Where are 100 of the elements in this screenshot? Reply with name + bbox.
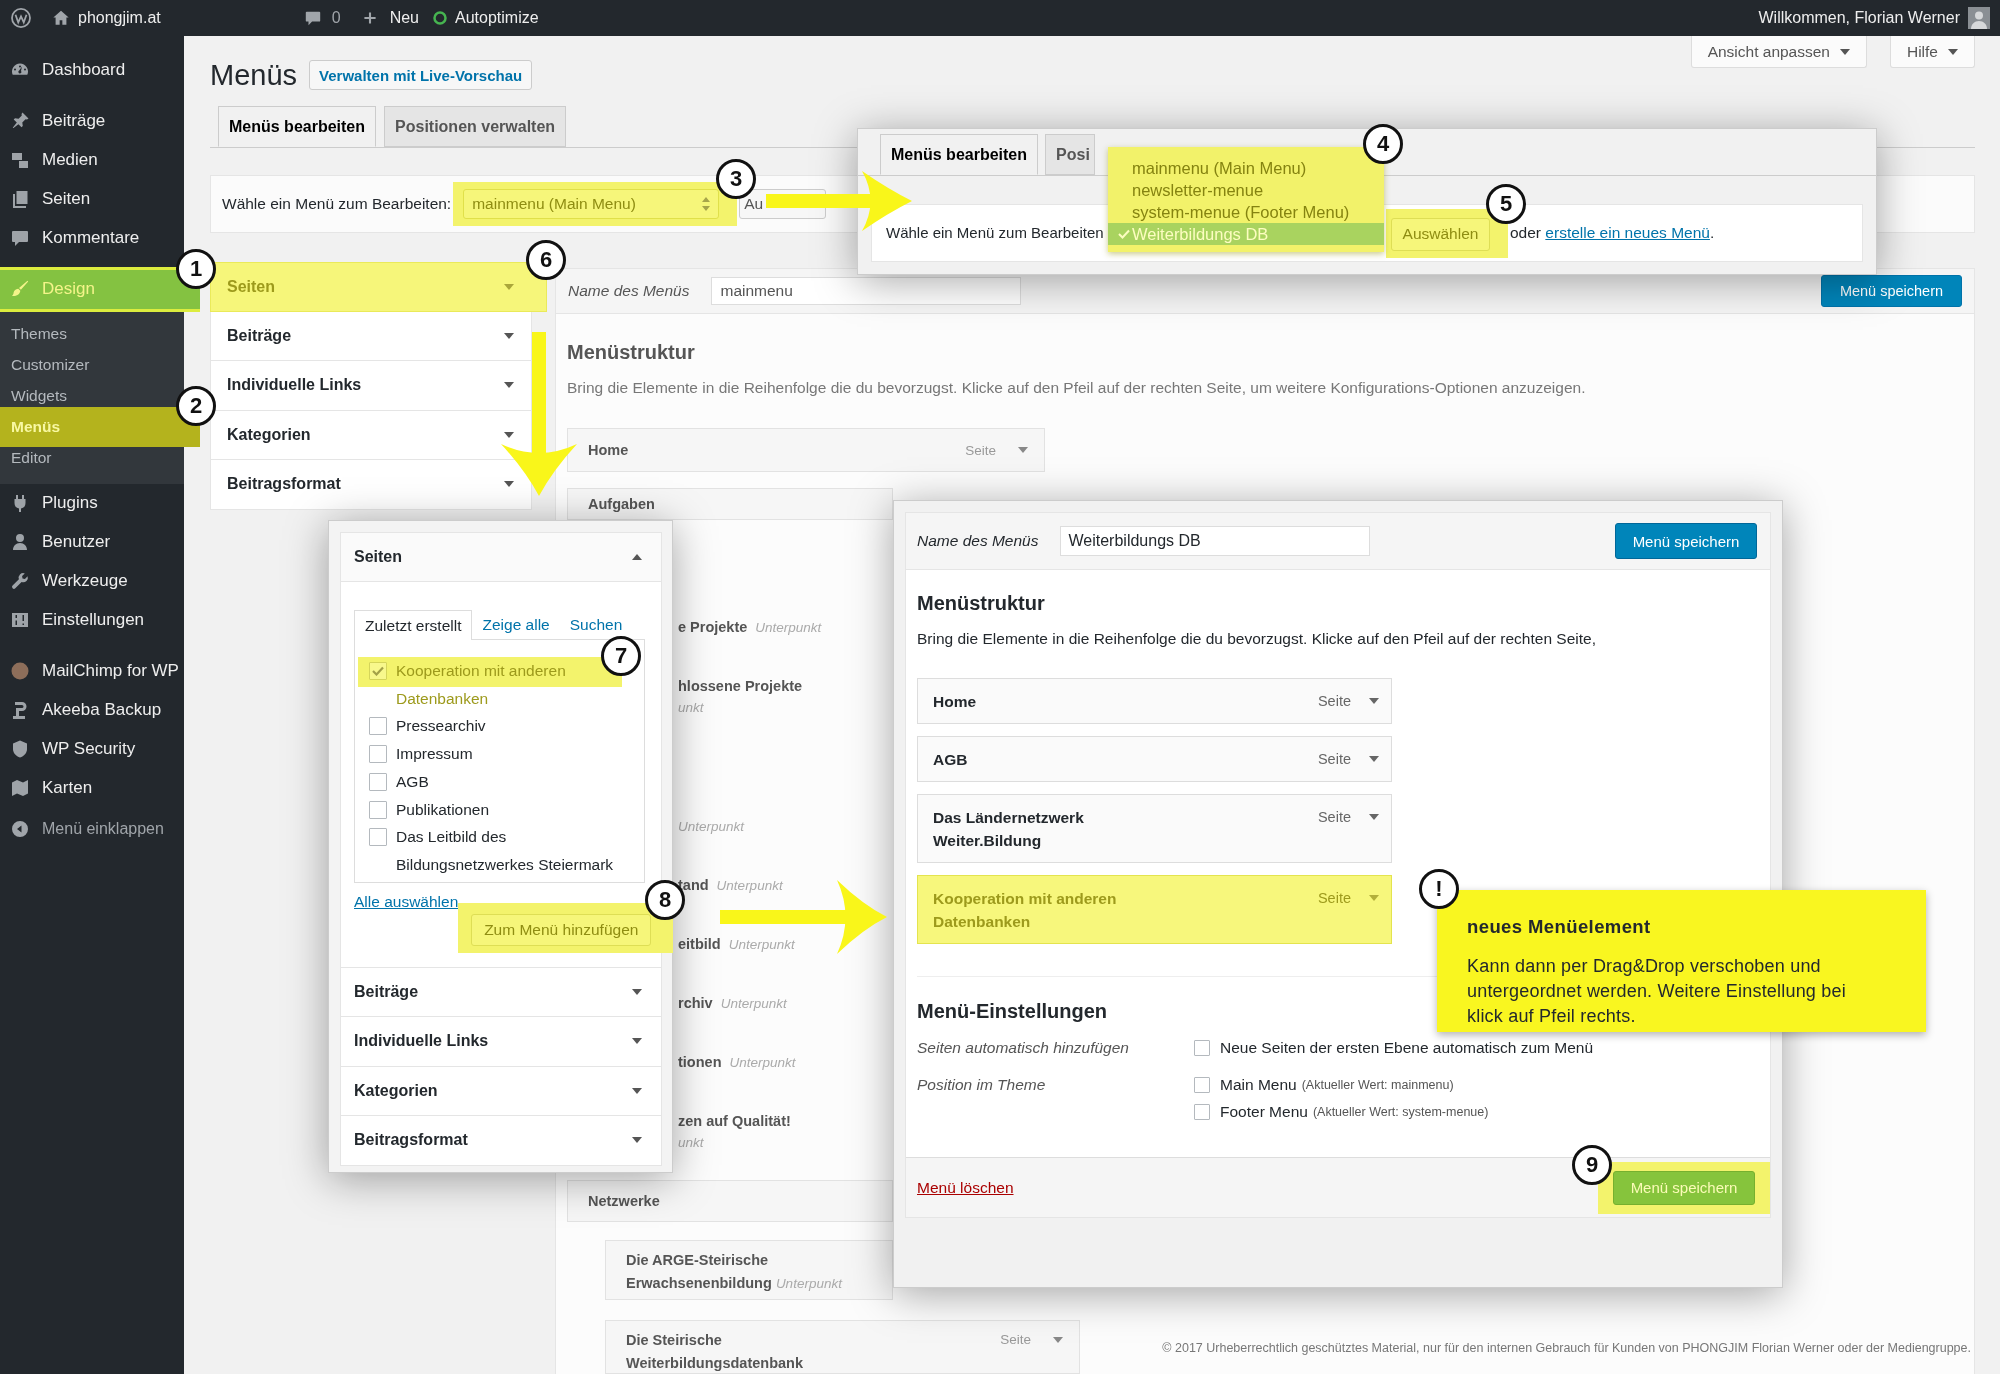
checkbox[interactable]: [369, 745, 387, 764]
caret-down-icon: [1018, 447, 1028, 453]
checkbox[interactable]: [369, 717, 387, 736]
plugin-link[interactable]: Autoptimize: [433, 9, 539, 27]
menu-item[interactable]: Die ARGE-Steirische Erwachsenenbildung Unterpunkt: [605, 1240, 893, 1300]
menu-item-title: tand: [678, 877, 709, 893]
checkbox[interactable]: [1194, 1040, 1210, 1056]
menu-item[interactable]: Netzwerke: [567, 1180, 893, 1222]
accordion-section[interactable]: Individuelle Links: [210, 361, 532, 411]
page-option-label: Publikationen: [396, 799, 491, 820]
select-all-link[interactable]: Alle auswählen: [354, 892, 459, 911]
checkbox[interactable]: [369, 828, 387, 847]
tab[interactable]: Posi: [1045, 134, 1095, 175]
sidebar-item[interactable]: Medien: [0, 140, 184, 180]
accordion-section[interactable]: Beitragsformat: [341, 1115, 661, 1165]
menu-item-title: tionen: [678, 1054, 722, 1070]
menu-item[interactable]: Aufgaben: [567, 488, 893, 520]
accordion-section[interactable]: Beiträge: [210, 311, 532, 361]
view-options-button[interactable]: Ansicht anpassen: [1690, 36, 1867, 68]
submenu-item[interactable]: Themes: [11, 324, 67, 344]
menu-item[interactable]: AGB Seite: [917, 736, 1392, 782]
checkmark-icon: [372, 666, 384, 676]
delete-menu-link[interactable]: Menü löschen: [917, 1178, 1014, 1197]
live-preview-button[interactable]: Verwalten mit Live-Vorschau: [309, 60, 533, 90]
item-type-label: Seite: [1317, 808, 1351, 827]
save-menu-button[interactable]: Menü speichern: [1615, 523, 1757, 559]
collapse-menu-button[interactable]: Menü einklappen: [0, 809, 184, 849]
menu-item[interactable]: Home Seite: [567, 428, 1045, 472]
item-kind-label: Unterpunkt: [775, 1275, 842, 1291]
copyright-text: © 2017 Urheberrechtlich geschütztes Material, nur für den internen Gebrauch für Kunden von PHONGJIM Florian Werner oder der Mediengruppe.: [1162, 1340, 1971, 1356]
tab[interactable]: Menüs bearbeiten: [880, 134, 1039, 175]
menu-item-title: Aufgaben: [588, 496, 655, 512]
sidebar-item[interactable]: MailChimp for WP: [0, 651, 184, 691]
sidebar-item[interactable]: Beiträge: [0, 101, 184, 141]
caret-down-icon: [1840, 48, 1850, 55]
sidebar-item[interactable]: Werkzeuge: [0, 561, 184, 601]
section-heading: Menü-Einstellungen: [917, 999, 1107, 1023]
tab[interactable]: Menüs bearbeiten: [218, 106, 377, 147]
sidebar-item[interactable]: Akeeba Backup: [0, 690, 184, 730]
tab[interactable]: Zeige alle: [472, 610, 560, 639]
submenu-item[interactable]: Customizer: [11, 355, 90, 375]
accordion-section[interactable]: Beiträge: [341, 966, 661, 1017]
user-icon: [10, 532, 30, 552]
brush-icon: [10, 279, 30, 299]
checkbox[interactable]: [369, 800, 387, 819]
current-value-note: (Aktueller Wert: mainmenu): [1301, 1077, 1454, 1094]
checkbox[interactable]: [369, 772, 387, 791]
setting-label: Seiten automatisch hinzufügen: [917, 1039, 1129, 1057]
checkbox[interactable]: [1194, 1104, 1210, 1120]
accordion-section[interactable]: Seiten: [341, 533, 661, 582]
sidebar-item[interactable]: Seiten: [0, 179, 184, 219]
accordion-section[interactable]: Beitragsformat: [210, 460, 532, 510]
sidebar-item[interactable]: Plugins: [0, 483, 184, 523]
item-kind-label: Unterpunkt: [728, 937, 795, 952]
accordion-section[interactable]: Kategorien: [341, 1065, 661, 1116]
page-option-label: Impressum: [396, 744, 474, 765]
item-kind-label: Unterpunkt: [720, 996, 787, 1011]
media-icon: [10, 150, 30, 170]
option-label: Neue Seiten der ersten Ebene automatisch zum Menü: [1220, 1039, 1594, 1057]
menu-name-field[interactable]: mainmenu: [711, 277, 1022, 305]
avatar-icon: [1968, 7, 1990, 29]
create-menu-link[interactable]: erstelle ein neues Menü: [1545, 224, 1710, 241]
home-icon: [52, 9, 70, 27]
menu-item[interactable]: Das Ländernetzwerk Weiter.Bildung Seite: [917, 794, 1392, 863]
callout-title: neues Menüelement: [1467, 916, 1651, 938]
sidebar-item[interactable]: Benutzer: [0, 522, 184, 562]
checkbox[interactable]: [1194, 1077, 1210, 1093]
submenu-item[interactable]: Widgets: [11, 386, 67, 406]
comments-link[interactable]: 0: [303, 9, 341, 27]
save-menu-button[interactable]: Menü speichern: [1821, 275, 1962, 307]
new-content-link[interactable]: Neu: [362, 9, 419, 27]
speech-bubble-icon: [303, 9, 322, 27]
callout-text: Kann dann per Drag&Drop verschoben und untergeordnet werden. Weitere Einstellung bei klick auf Pfeil rechts.: [1467, 955, 1847, 1028]
sidebar-item[interactable]: Einstellungen: [0, 600, 184, 640]
tab[interactable]: Positionen verwalten: [384, 106, 567, 147]
item-kind-label: unkt: [678, 1134, 704, 1152]
accordion-section[interactable]: Kategorien: [210, 410, 532, 460]
sidebar-item[interactable]: Karten: [0, 768, 184, 808]
site-link[interactable]: phongjim.at: [52, 9, 161, 27]
pages-icon: [10, 189, 30, 209]
submenu-item[interactable]: Editor: [11, 448, 52, 468]
sidebar-item[interactable]: Dashboard: [0, 50, 184, 90]
site-logo-icon[interactable]: [10, 7, 32, 29]
tab[interactable]: Suchen: [559, 610, 633, 639]
accordion-section[interactable]: Individuelle Links: [341, 1016, 661, 1066]
section-heading: Menüstruktur: [917, 591, 1045, 615]
menu-item-title: eitbild: [678, 936, 721, 952]
account-link[interactable]: Willkommen, Florian Werner: [1758, 7, 1990, 29]
menu-item-title: Die Steirische Weiterbildungsdatenbank: [626, 1332, 803, 1371]
sidebar-item[interactable]: WP Security: [0, 729, 184, 769]
menu-item[interactable]: Die Steirische Weiterbildungsdatenbank Seite: [605, 1320, 1080, 1374]
menu-name-field[interactable]: Weiterbildungs DB: [1060, 526, 1371, 556]
item-kind-label: Unterpunkt: [678, 819, 745, 834]
help-button[interactable]: Hilfe: [1890, 36, 1975, 68]
menu-item[interactable]: Home Seite: [917, 678, 1392, 724]
menu-item-title: hlossene Projekte: [678, 677, 803, 696]
tab[interactable]: Zuletzt erstellt: [354, 610, 473, 640]
caret-down-icon: [1369, 895, 1379, 901]
round-logo-icon: [10, 661, 30, 681]
checkbox[interactable]: [369, 662, 387, 680]
